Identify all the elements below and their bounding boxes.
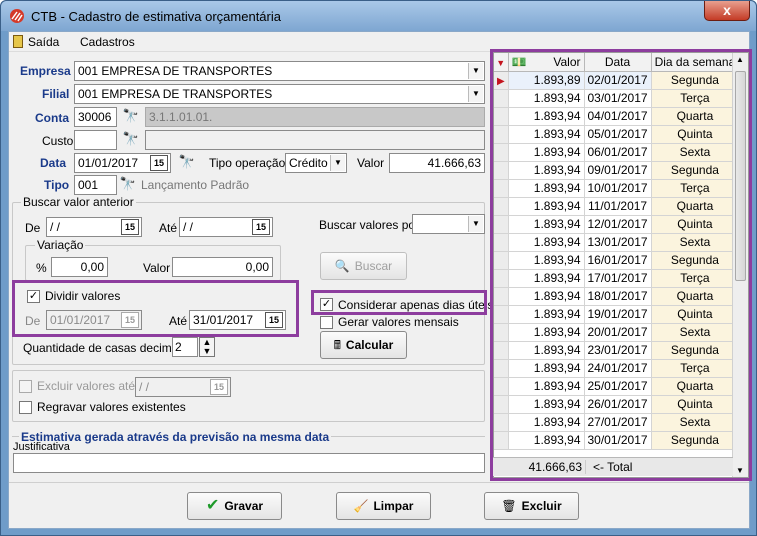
buscar-valor-title: Buscar valor anterior [21,195,136,209]
empresa-select[interactable]: 001 EMPRESA DE TRANSPORTES ▼ [74,61,485,81]
buscar-ate-label: Até [159,221,178,235]
variacao-title: Variação [35,238,86,252]
close-button[interactable]: x [704,1,750,21]
limpar-button[interactable]: 🧹 Limpar [336,492,431,520]
chevron-down-icon[interactable]: ▼ [468,216,483,232]
window-title: CTB - Cadastro de estimativa orçamentári… [31,9,281,24]
binoculars-icon[interactable]: 🔭 [120,130,142,150]
conta-description: 3.1.1.01.01. [145,107,485,127]
variacao-valor-label: Valor [143,261,171,275]
buscar-ate-value: / / [183,220,194,234]
calendar-icon[interactable]: 15 [252,219,270,235]
empresa-value: 001 EMPRESA DE TRANSPORTES [78,64,273,78]
buscar-de-input[interactable]: / / 15 [46,217,142,237]
gerar-mensais-checkbox[interactable] [320,316,333,329]
options-group [12,370,485,422]
valor-label: Valor [357,156,385,170]
bottom-toolbar: ✔ Gravar 🧹 Limpar 🗑 Excluir [9,482,749,528]
casas-decimais-stepper[interactable]: 2 [172,337,198,357]
search-document-icon: 🔍 [334,259,350,273]
calculator-icon: 🖩 [333,338,341,352]
regravar-label: Regravar valores existentes [37,400,186,414]
filial-label: Filial [42,87,70,101]
buscar-button[interactable]: 🔍 Buscar [320,252,407,280]
binoculars-icon[interactable]: 🔭 [120,107,142,127]
menu-saida[interactable]: Saída [28,35,59,49]
checkmark-icon: ✔ [205,497,220,514]
highlight-dividir-box [12,280,299,337]
chevron-down-icon[interactable]: ▼ [468,86,483,102]
exit-icon [13,35,23,48]
calcular-button[interactable]: 🖩 Calcular [320,331,407,359]
tipo-operacao-value: Crédito [289,156,328,170]
custo-label: Custo [42,134,74,148]
filial-select[interactable]: 001 EMPRESA DE TRANSPORTES ▼ [74,84,485,104]
buscar-por-select[interactable]: ▼ [412,214,485,234]
title-bar[interactable]: CTB - Cadastro de estimativa orçamentári… [1,1,756,31]
menu-cadastros[interactable]: Cadastros [80,35,135,49]
client-area: Saída Cadastros Empresa 001 EMPRESA DE T… [8,31,752,529]
casas-decimais-label: Quantidade de casas decimais [23,341,188,355]
excluir-button[interactable]: 🗑 Excluir [484,492,579,520]
highlight-grid-box [490,49,752,481]
regravar-checkbox[interactable] [19,401,32,414]
binoculars-icon[interactable]: 🔭 [176,153,198,173]
buscar-de-label: De [25,221,41,235]
conta-label: Conta [35,111,69,125]
tipo-code-input[interactable]: 001 [74,175,117,195]
trash-icon: 🗑 [501,499,517,513]
tipo-label: Tipo [44,178,70,192]
calendar-icon[interactable]: 15 [121,219,139,235]
binoculars-icon: 🔭 [119,176,137,191]
app-window: CTB - Cadastro de estimativa orçamentári… [0,0,757,536]
variacao-valor-input[interactable]: 0,00 [172,257,273,277]
spinner-arrows-icon[interactable]: ▲ ▼ [199,337,215,357]
tipo-operacao-select[interactable]: Crédito ▼ [285,153,347,173]
calcular-button-label: Calcular [345,338,394,352]
app-logo-icon [10,9,24,23]
excluir-ate-label: Excluir valores até [37,379,136,393]
justificativa-label: Justificativa [13,441,70,453]
buscar-de-value: / / [50,220,61,234]
excluir-ate-value: / / [139,380,150,394]
chevron-down-icon[interactable]: ▼ [468,63,483,79]
data-input[interactable]: 01/01/2017 15 [74,153,171,173]
percent-label: % [36,261,47,275]
tipo-operacao-label: Tipo operação [209,156,286,170]
empresa-label: Empresa [20,64,71,78]
data-value: 01/01/2017 [78,156,139,170]
buscar-ate-input[interactable]: / / 15 [179,217,273,237]
gravar-button-label: Gravar [224,499,264,513]
justificativa-input[interactable] [13,453,485,473]
buscar-button-label: Buscar [354,259,393,273]
custo-input[interactable] [74,130,117,150]
broom-icon: 🧹 [353,499,369,513]
calendar-icon[interactable]: 15 [150,155,168,171]
buscar-por-label: Buscar valores por [319,218,420,232]
percent-input[interactable]: 0,00 [51,257,108,277]
valor-input[interactable]: 41.666,63 [389,153,485,173]
excluir-button-label: Excluir [521,499,562,513]
chevron-down-icon[interactable]: ▼ [330,155,345,171]
calendar-icon: 15 [210,379,228,395]
custo-description [145,130,485,150]
filial-value: 001 EMPRESA DE TRANSPORTES [78,87,273,101]
excluir-ate-input: / / 15 [135,377,231,397]
limpar-button-label: Limpar [373,499,414,513]
data-label: Data [40,156,67,170]
casas-decimais-value: 2 [175,340,182,354]
excluir-ate-checkbox [19,380,32,393]
highlight-dias-uteis-box [311,290,487,315]
tipo-description: Lançamento Padrão [141,178,250,192]
gravar-button[interactable]: ✔ Gravar [187,492,282,520]
conta-code-input[interactable]: 30006 [74,107,117,127]
gerar-mensais-label: Gerar valores mensais [338,315,459,329]
